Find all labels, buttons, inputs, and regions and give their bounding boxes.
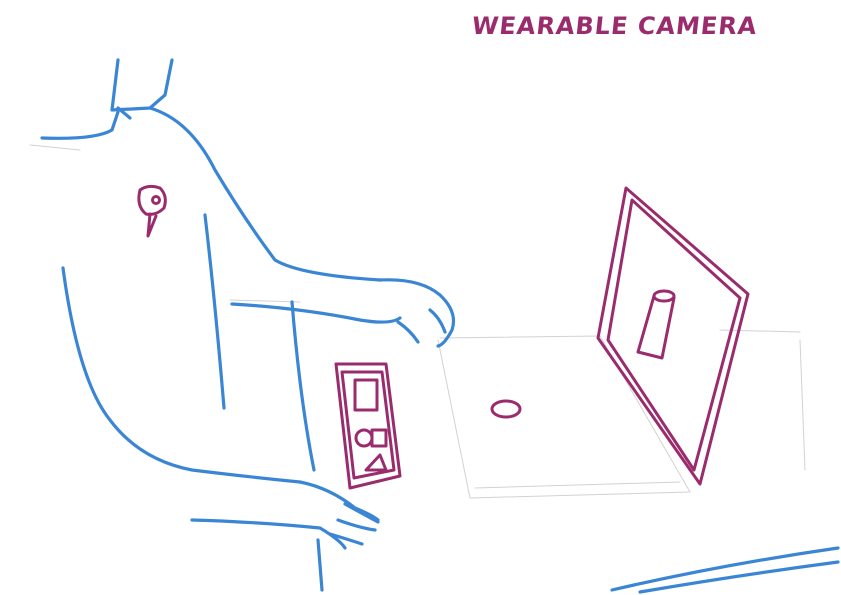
oval-object-icon [490,399,522,419]
person-figure [40,58,840,594]
display-screen-icon [596,186,750,486]
sketch-drawing [29,58,840,594]
wearable-camera-icon [137,184,167,238]
remote-control-icon [334,362,402,490]
cylinder-object-icon [636,289,676,360]
table-pencil-lines [29,144,806,499]
